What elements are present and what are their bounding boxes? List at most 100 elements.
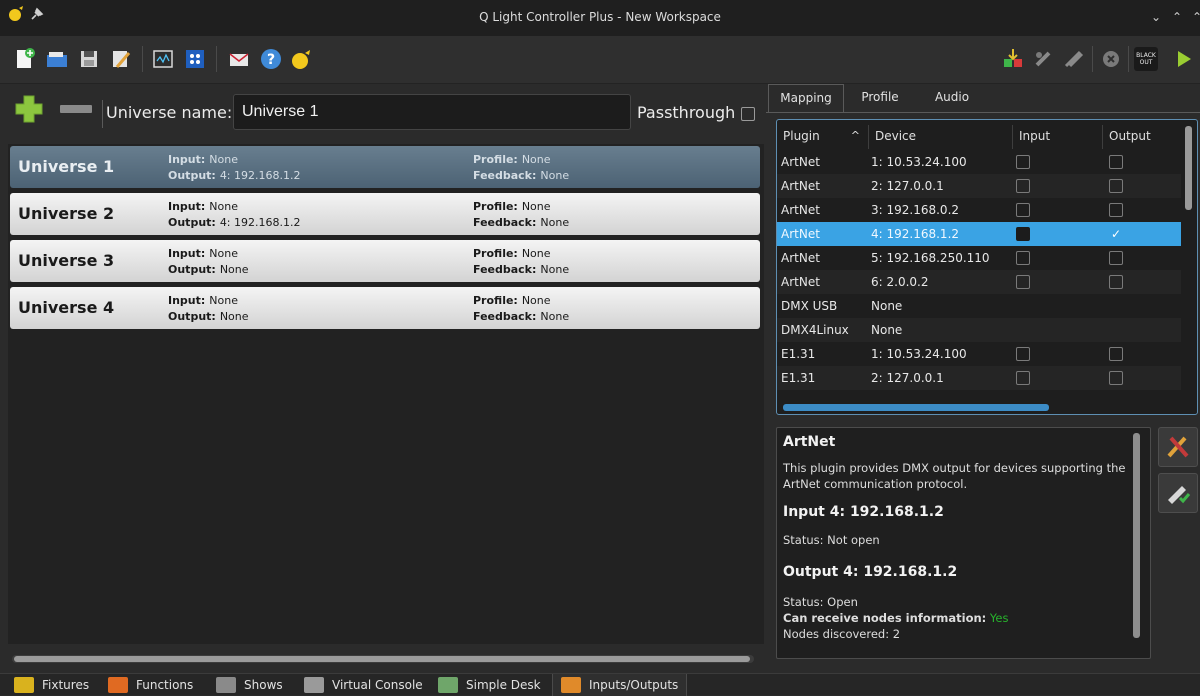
tab-profile[interactable]: Profile (850, 84, 910, 112)
input-checkbox[interactable] (1016, 179, 1030, 193)
new-workspace-icon[interactable] (12, 46, 38, 72)
configure-plugin-button[interactable] (1158, 427, 1198, 467)
mapping-hscrollbar[interactable] (783, 404, 1049, 411)
universe-feedback: Feedback: None (473, 310, 569, 323)
universe-row[interactable]: Universe 1 Input: None Output: 4: 192.168.1.… (10, 146, 760, 188)
output-checkbox[interactable] (1109, 179, 1123, 193)
mapping-device: 1: 10.53.24.100 (871, 155, 967, 169)
mapping-device: None (871, 323, 903, 337)
universe-profile: Profile: None (473, 294, 551, 307)
input-checkbox[interactable] (1016, 347, 1030, 361)
info-input-title: Input 4: 192.168.1.2 (783, 504, 944, 520)
universe-profile-label: Profile: (473, 153, 518, 166)
mapping-plugin: E1.31 (781, 347, 816, 361)
mapping-device: None (871, 299, 903, 313)
info-vscrollbar[interactable] (1133, 433, 1140, 638)
bottom-tab-label: Functions (136, 678, 194, 692)
bottom-tab-shows[interactable]: Shows (208, 674, 291, 696)
mapping-row[interactable]: E1.31 1: 10.53.24.100 (777, 342, 1181, 366)
play-icon[interactable] (1170, 46, 1196, 72)
svg-text:?: ? (267, 52, 275, 68)
universe-name-label: Universe name: (106, 103, 233, 122)
mapping-device: 4: 192.168.1.2 (871, 227, 960, 241)
live-edit-icon[interactable] (1030, 46, 1056, 72)
tab-mapping[interactable]: Mapping (768, 84, 844, 112)
remove-universe-icon[interactable] (60, 105, 92, 113)
bottom-tab-inputs-outputs[interactable]: Inputs/Outputs (552, 674, 688, 696)
universe-profile-label: Profile: (473, 294, 518, 307)
address-tool-icon[interactable] (182, 46, 208, 72)
monitor-icon[interactable] (150, 46, 176, 72)
universe-profile-value: None (521, 153, 551, 166)
input-checkbox[interactable] (1016, 227, 1030, 241)
universe-profile-value: None (521, 294, 551, 307)
universe-row[interactable]: Universe 3 Input: None Output: None Profile: N… (10, 240, 760, 282)
open-workspace-icon[interactable] (44, 46, 70, 72)
output-checkbox[interactable] (1109, 347, 1123, 361)
bottom-tab-virtual-console[interactable]: Virtual Console (296, 674, 431, 696)
universe-output-value: 4: 192.168.1.2 (219, 169, 301, 182)
bottom-tab-label: Shows (244, 678, 283, 692)
column-header-device[interactable]: Device (869, 125, 1013, 149)
info-nodes-value: Yes (989, 611, 1009, 625)
output-checkbox[interactable] (1109, 275, 1123, 289)
mapping-device: 1: 10.53.24.100 (871, 347, 967, 361)
sort-ascending-icon: ^ (850, 129, 860, 142)
output-checkbox[interactable] (1109, 371, 1123, 385)
universe-row[interactable]: Universe 2 Input: None Output: 4: 192.168.1.… (10, 193, 760, 235)
maximize-button[interactable]: ⌃ (1172, 10, 1182, 24)
blackout-icon[interactable]: BLACK OUT (1134, 47, 1158, 71)
save-workspace-icon[interactable] (76, 46, 102, 72)
about-icon[interactable] (288, 46, 314, 72)
bottom-tab-simple-desk[interactable]: Simple Desk (430, 674, 549, 696)
bottom-tab-fixtures[interactable]: Fixtures (6, 674, 97, 696)
passthrough-checkbox[interactable] (741, 107, 755, 121)
mapping-row[interactable]: ArtNet 6: 2.0.0.2 (777, 270, 1181, 294)
column-header-output[interactable]: Output (1103, 125, 1181, 149)
minimize-button[interactable]: ⌄ (1151, 10, 1161, 24)
mapping-row[interactable]: ArtNet 5: 192.168.250.110 (777, 246, 1181, 270)
mapping-row[interactable]: ArtNet 3: 192.168.0.2 (777, 198, 1181, 222)
mapping-row[interactable]: DMX4Linux None (777, 318, 1181, 342)
input-checkbox[interactable] (1016, 203, 1030, 217)
save-as-icon[interactable] (108, 46, 134, 72)
output-checkbox[interactable] (1109, 155, 1123, 169)
input-checkbox[interactable] (1016, 275, 1030, 289)
output-checkbox[interactable]: ✓ (1109, 227, 1123, 241)
column-header-input[interactable]: Input (1013, 125, 1103, 149)
input-checkbox[interactable] (1016, 371, 1030, 385)
mapping-vscrollbar[interactable] (1185, 126, 1192, 210)
bottom-tab-label: Virtual Console (332, 678, 423, 692)
mapping-row[interactable]: DMX USB None (777, 294, 1181, 318)
universe-feedback-label: Feedback: (473, 263, 537, 276)
universe-name-input[interactable] (233, 94, 631, 130)
input-profile-button[interactable] (1158, 473, 1198, 513)
universe-output: Output: 4: 192.168.1.2 (168, 169, 301, 182)
input-checkbox[interactable] (1016, 155, 1030, 169)
output-checkbox[interactable] (1109, 251, 1123, 265)
mapping-row[interactable]: E1.31 2: 127.0.0.1 (777, 366, 1181, 390)
universe-row[interactable]: Universe 4 Input: None Output: None Profile: N… (10, 287, 760, 329)
close-button[interactable]: ⌃ (1192, 10, 1200, 24)
universe-output: Output: None (168, 263, 249, 276)
mapping-row[interactable]: ArtNet 2: 127.0.0.1 (777, 174, 1181, 198)
output-checkbox[interactable] (1109, 203, 1123, 217)
scrollbar-thumb[interactable] (14, 656, 750, 662)
universe-list-hscrollbar[interactable] (12, 655, 754, 663)
mapping-row[interactable]: ArtNet 1: 10.53.24.100 (777, 150, 1181, 174)
universe-input-value: None (209, 247, 238, 260)
operate-mode-icon[interactable] (1060, 46, 1086, 72)
dmx-dump-icon[interactable] (1000, 46, 1026, 72)
mapping-row[interactable]: ArtNet 4: 192.168.1.2 ✓ (777, 222, 1181, 246)
stop-all-icon[interactable] (1098, 46, 1124, 72)
add-universe-icon[interactable] (14, 94, 44, 124)
email-icon[interactable] (226, 46, 252, 72)
tab-audio[interactable]: Audio (922, 84, 982, 112)
help-icon[interactable]: ? (258, 46, 284, 72)
bottom-tab-functions[interactable]: Functions (100, 674, 201, 696)
mapping-plugin: ArtNet (781, 203, 820, 217)
info-input-status: Status: Not open (783, 533, 880, 547)
column-header-plugin[interactable]: Plugin ^ (777, 125, 869, 149)
input-checkbox[interactable] (1016, 251, 1030, 265)
universe-input-label: Input: (168, 200, 206, 213)
